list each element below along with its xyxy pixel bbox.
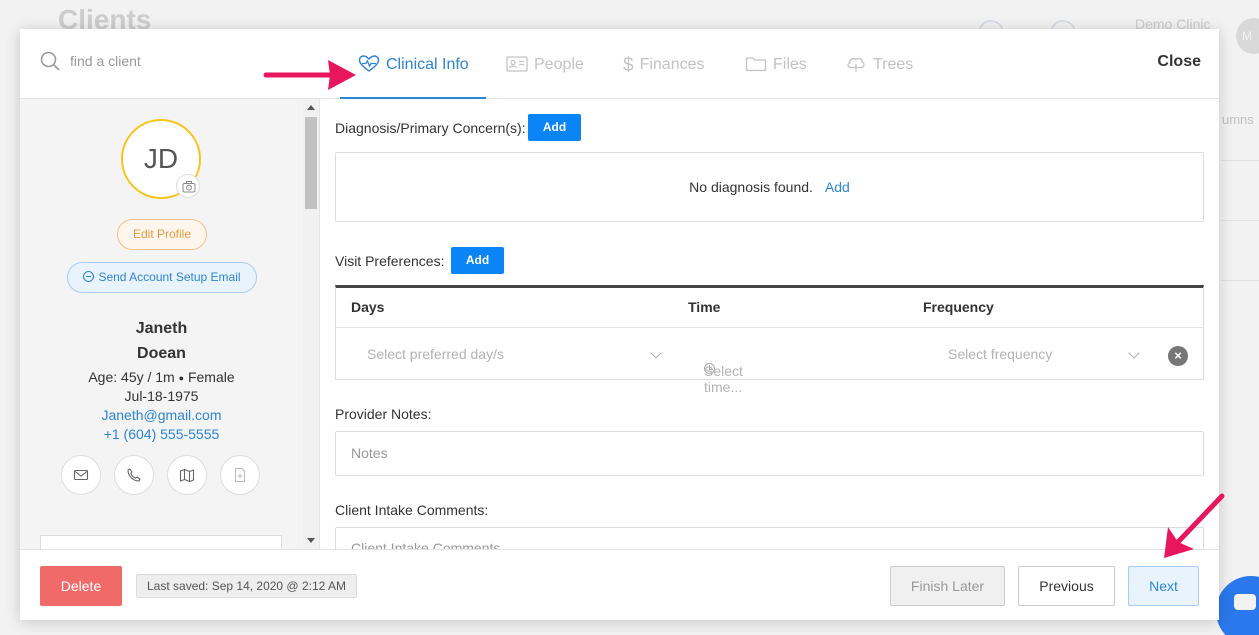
- client-dob: Jul-18-1975: [124, 388, 199, 404]
- add-document-button[interactable]: [220, 455, 260, 495]
- camera-icon: [182, 181, 196, 193]
- column-header-time: Time: [688, 299, 721, 315]
- scrollbar-thumb[interactable]: [305, 117, 317, 209]
- days-select[interactable]: Select preferred day/s: [367, 346, 504, 362]
- client-age-gender: Age: 45y / 1m ● Female: [20, 369, 303, 385]
- search-icon: [40, 51, 60, 71]
- client-last-name: Doean: [137, 345, 186, 362]
- visit-preferences-label: Visit Preferences:: [335, 253, 445, 269]
- tab-people[interactable]: People: [506, 29, 584, 99]
- time-select-placeholder: Select time...: [704, 363, 743, 395]
- client-tabs: Clinical Info People $ Finances Files Tre…: [320, 29, 1219, 99]
- client-profile-panel: JD Edit Profile Send Account Setup Email…: [20, 99, 303, 565]
- file-plus-icon: [234, 467, 246, 483]
- table-row: Select preferred day/s Select time... Se…: [336, 329, 1203, 395]
- mail-icon: [73, 469, 89, 481]
- remove-row-button[interactable]: ×: [1168, 346, 1188, 366]
- chevron-down-icon[interactable]: [1128, 347, 1140, 359]
- send-account-setup-email-label: Send Account Setup Email: [98, 270, 241, 284]
- diagnosis-label: Diagnosis/Primary Concern(s):: [335, 120, 526, 136]
- client-modal: JD Edit Profile Send Account Setup Email…: [20, 29, 1219, 620]
- tab-people-label: People: [534, 56, 584, 73]
- sidebar-scrollbar[interactable]: [303, 99, 319, 549]
- phone-icon: [127, 468, 141, 482]
- delete-button[interactable]: Delete: [40, 566, 122, 606]
- diagnosis-list: No diagnosis found. Add: [335, 152, 1204, 222]
- client-first-name: Janeth: [135, 320, 188, 337]
- next-button[interactable]: Next: [1128, 566, 1199, 606]
- bullet-dot: ●: [178, 373, 185, 383]
- dollar-icon: $: [623, 55, 634, 76]
- provider-notes-field[interactable]: Notes: [335, 431, 1204, 476]
- frequency-select[interactable]: Select frequency: [948, 346, 1052, 362]
- tab-files[interactable]: Files: [745, 29, 807, 99]
- tab-clinical-info[interactable]: Clinical Info: [340, 29, 486, 99]
- map-icon: [179, 468, 195, 483]
- call-client-button[interactable]: [114, 455, 154, 495]
- client-gender: Female: [187, 369, 235, 385]
- email-client-button[interactable]: [61, 455, 101, 495]
- folder-icon: [745, 57, 767, 72]
- map-client-button[interactable]: [167, 455, 207, 495]
- add-visit-preference-button[interactable]: Add: [451, 247, 504, 274]
- client-intake-comments-field[interactable]: Client Intake Comments: [335, 527, 1204, 549]
- add-diagnosis-button[interactable]: Add: [528, 114, 581, 141]
- change-photo-button[interactable]: [176, 174, 200, 198]
- modal-footer: Delete Last saved: Sep 14, 2020 @ 2:12 A…: [20, 549, 1219, 620]
- client-intake-comments-label: Client Intake Comments:: [335, 502, 489, 518]
- tab-clinical-info-label: Clinical Info: [386, 56, 469, 73]
- finish-later-button[interactable]: Finish Later: [890, 566, 1005, 606]
- client-phone-link[interactable]: +1 (604) 555-5555: [20, 426, 303, 442]
- last-saved-badge: Last saved: Sep 14, 2020 @ 2:12 AM: [136, 574, 357, 598]
- tab-finances[interactable]: $ Finances: [623, 29, 705, 99]
- visit-preferences-table: Days Time Frequency Select preferred day…: [335, 285, 1204, 395]
- add-diagnosis-link[interactable]: Add: [825, 179, 850, 195]
- provider-notes-label: Provider Notes:: [335, 406, 432, 422]
- column-header-days: Days: [351, 299, 385, 315]
- no-diagnosis-text: No diagnosis found.: [689, 179, 813, 195]
- previous-button[interactable]: Previous: [1018, 566, 1115, 606]
- heartbeat-icon: [358, 55, 380, 72]
- tab-finances-label: Finances: [639, 56, 705, 73]
- minus-circle-icon: [83, 271, 95, 282]
- tab-trees[interactable]: Trees: [845, 29, 913, 99]
- tree-icon: [847, 57, 865, 72]
- tab-trees-label: Trees: [873, 56, 914, 73]
- id-card-icon: [506, 56, 528, 72]
- scroll-down-arrow-icon[interactable]: [307, 538, 315, 543]
- send-account-setup-email-button[interactable]: Send Account Setup Email: [67, 262, 257, 293]
- tab-files-label: Files: [773, 56, 807, 73]
- client-age: Age: 45y / 1m: [88, 369, 175, 385]
- chevron-down-icon[interactable]: [650, 347, 662, 359]
- column-header-frequency: Frequency: [923, 299, 994, 315]
- scroll-up-arrow-icon[interactable]: [307, 105, 315, 110]
- edit-profile-button[interactable]: Edit Profile: [117, 219, 207, 250]
- client-search-bar: [20, 29, 320, 99]
- client-sidebar: JD Edit Profile Send Account Setup Email…: [20, 29, 320, 565]
- visit-preferences-header: Days Time Frequency: [336, 288, 1203, 328]
- clinical-info-panel: Diagnosis/Primary Concern(s): Add No dia…: [320, 99, 1219, 549]
- client-search-input[interactable]: [70, 53, 290, 69]
- client-email-link[interactable]: Janeth@gmail.com: [20, 407, 303, 423]
- close-button[interactable]: Close: [1157, 53, 1201, 71]
